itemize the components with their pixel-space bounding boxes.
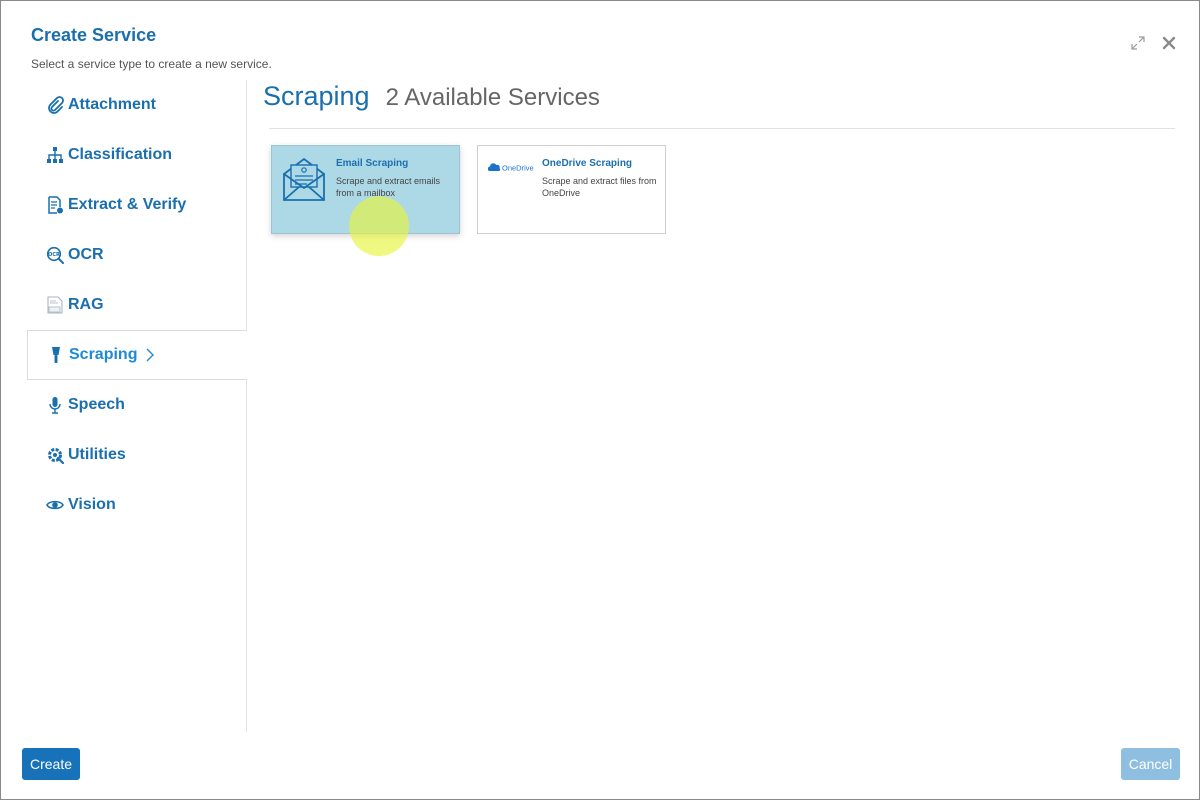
dialog-subtitle: Select a service type to create a new se… — [31, 57, 272, 71]
create-service-dialog: Create Service Select a service type to … — [0, 0, 1200, 800]
sidebar-item-label: OCR — [68, 246, 104, 263]
service-type-sidebar: Attachment Classification Extract & Veri… — [27, 80, 247, 732]
gear-tools-icon — [46, 446, 64, 464]
sidebar-item-label: Classification — [68, 146, 173, 163]
onedrive-logo-text: OneDrive — [502, 164, 534, 173]
close-icon — [1162, 36, 1176, 50]
rag-document-icon — [46, 296, 64, 314]
expand-icon — [1131, 36, 1145, 50]
sidebar-item-speech[interactable]: Speech — [27, 380, 246, 430]
sidebar-item-label: Extract & Verify — [68, 196, 187, 213]
sidebar-item-extract-verify[interactable]: Extract & Verify — [27, 180, 246, 230]
service-card-onedrive-scraping[interactable]: OneDrive OneDrive Scraping Scrape and ex… — [477, 145, 666, 234]
service-card-email-scraping[interactable]: Email Scraping Scrape and extract emails… — [271, 145, 460, 234]
service-card-description: Scrape and extract emails from a mailbox — [336, 176, 441, 198]
sidebar-item-classification[interactable]: Classification — [27, 130, 246, 180]
content-heading: Scraping 2 Available Services — [263, 81, 600, 112]
expand-button[interactable] — [1128, 33, 1148, 53]
sidebar-item-label: Speech — [68, 396, 125, 413]
category-title: Scraping — [263, 81, 370, 111]
sidebar-item-vision[interactable]: Vision — [27, 480, 246, 530]
document-check-icon — [46, 196, 64, 214]
email-envelope-icon — [282, 156, 326, 207]
eye-icon — [46, 496, 64, 514]
heading-divider — [269, 128, 1175, 129]
sidebar-item-label: Utilities — [68, 446, 126, 463]
cancel-button[interactable]: Cancel — [1121, 748, 1180, 780]
service-card-title: OneDrive Scraping — [542, 158, 633, 169]
create-button[interactable]: Create — [22, 748, 80, 780]
paperclip-icon — [46, 96, 64, 114]
available-services-count: 2 Available Services — [385, 84, 600, 111]
sidebar-item-label: Attachment — [68, 96, 157, 113]
scraper-icon — [47, 346, 65, 364]
service-card-title: Email Scraping — [336, 158, 409, 169]
sidebar-item-attachment[interactable]: Attachment — [27, 80, 246, 130]
sidebar-item-ocr[interactable]: OCR OCR — [27, 230, 246, 280]
close-button[interactable] — [1159, 33, 1179, 53]
sidebar-item-scraping[interactable]: Scraping — [27, 330, 247, 380]
sidebar-item-label: RAG — [68, 296, 104, 313]
sidebar-item-utilities[interactable]: Utilities — [27, 430, 246, 480]
svg-text:OCR: OCR — [48, 252, 60, 258]
microphone-icon — [46, 396, 64, 414]
sidebar-item-label: Vision — [68, 496, 116, 513]
onedrive-logo-icon: OneDrive — [487, 159, 534, 177]
chevron-right-icon — [145, 348, 155, 362]
hierarchy-icon — [46, 146, 64, 164]
dialog-title: Create Service — [31, 25, 157, 45]
ocr-icon: OCR — [46, 246, 64, 264]
sidebar-item-rag[interactable]: RAG — [27, 280, 246, 330]
service-card-description: Scrape and extract files from OneDrive — [542, 176, 657, 198]
sidebar-item-label: Scraping — [69, 346, 138, 363]
